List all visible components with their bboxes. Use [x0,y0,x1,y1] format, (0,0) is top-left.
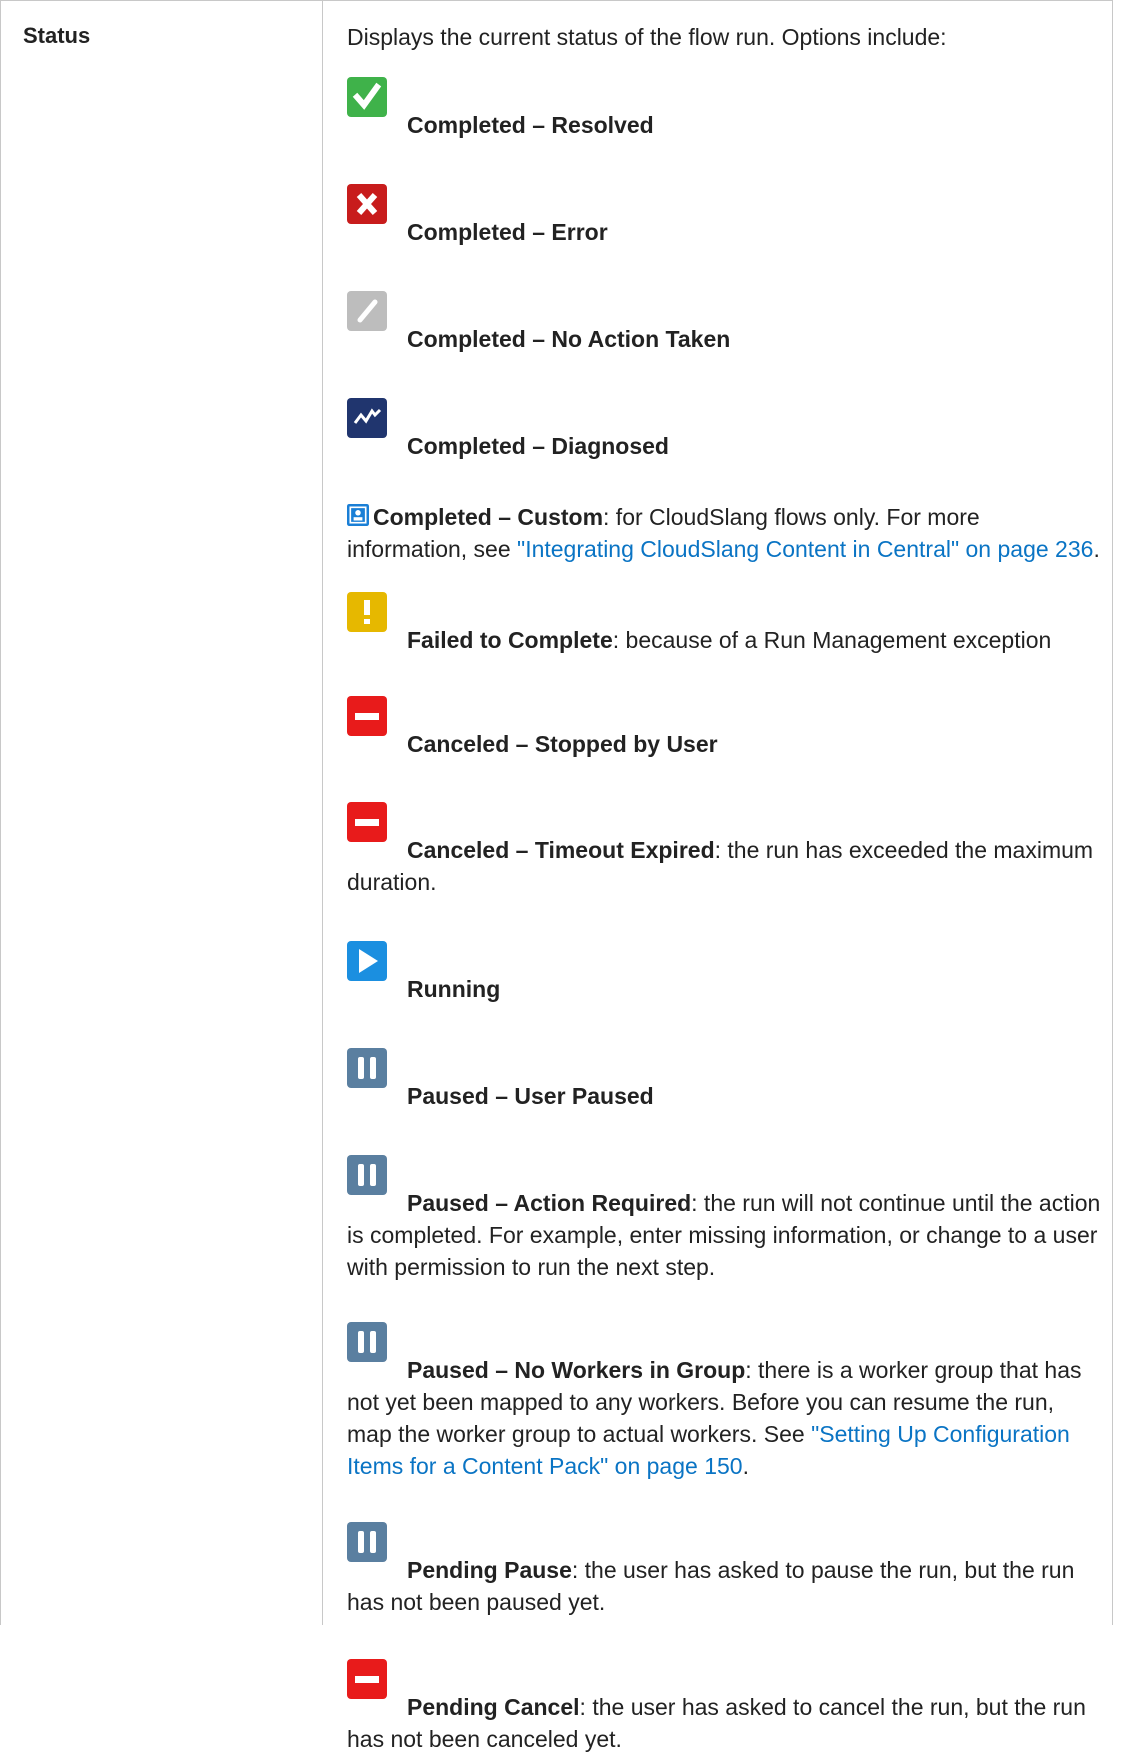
minus-icon [347,696,387,736]
status-label: Completed – Custom [373,504,604,530]
status-label: Completed – No Action Taken [407,326,731,352]
cross-reference-link[interactable]: "Integrating CloudSlang Content in Centr… [517,536,1093,562]
status-entry: Completed – No Action Taken [347,291,1102,355]
pause-icon [347,1048,387,1088]
status-entry-text: Paused – No Workers in Group: there is a… [347,1354,1102,1482]
trailing-punctuation: . [1093,536,1100,562]
pause-icon [347,1522,387,1562]
status-entry: Canceled – Stopped by User [347,696,1102,760]
table-border-top [0,0,1113,1]
status-entry-text: Paused – User Paused [347,1080,1102,1112]
status-list: Completed – Resolved Completed – Error Com… [347,77,1102,1755]
status-label: Failed to Complete [407,627,613,653]
slash-icon [347,291,387,331]
status-label: Paused – Action Required [407,1190,692,1216]
x-icon [347,184,387,224]
status-entry: Running [347,941,1102,1005]
table-border-right [1112,0,1113,1625]
status-label: Completed – Diagnosed [407,433,669,459]
status-entry: Pending Cancel: the user has asked to ca… [347,1659,1102,1755]
status-entry: Paused – Action Required: the run will n… [347,1155,1102,1283]
minus-icon [347,802,387,842]
status-entry-text: Failed to Complete: because of a Run Man… [347,624,1102,656]
status-label: Canceled – Stopped by User [407,731,718,757]
status-label: Pending Cancel [407,1694,580,1720]
user-badge-icon [347,504,369,526]
status-label: Paused – User Paused [407,1083,654,1109]
trend-icon [347,398,387,438]
status-entry-text: Paused – Action Required: the run will n… [347,1187,1102,1283]
table-column-divider [322,0,323,1625]
status-entry: Failed to Complete: because of a Run Man… [347,592,1102,656]
status-entry: Completed – Error [347,184,1102,248]
status-label: Completed – Error [407,219,608,245]
table-border-left [0,0,1,1625]
status-entry: Pending Pause: the user has asked to pau… [347,1522,1102,1618]
check-icon [347,77,387,117]
description-cell: Displays the current status of the flow … [347,21,1102,1755]
status-entry: Canceled – Timeout Expired: the run has … [347,802,1102,898]
pause-icon [347,1322,387,1362]
status-entry-text: Completed – Error [347,216,1102,248]
status-entry-text: Pending Pause: the user has asked to pau… [347,1554,1102,1618]
status-entry-text: Completed – No Action Taken [347,323,1102,355]
status-label: Completed – Resolved [407,112,654,138]
status-entry: Completed – Custom: for CloudSlang flows… [347,501,1102,565]
trailing-punctuation: . [742,1453,749,1479]
status-entry-text: Completed – Custom: for CloudSlang flows… [347,501,1102,565]
status-label: Paused – No Workers in Group [407,1357,746,1383]
status-entry-text: Completed – Diagnosed [347,430,1102,462]
status-entry: Paused – No Workers in Group: there is a… [347,1322,1102,1482]
status-entry-text: Running [347,973,1102,1005]
status-entry: Completed – Resolved [347,77,1102,141]
status-description: because of a Run Management exception [619,627,1052,653]
status-label: Pending Pause [407,1557,572,1583]
term-cell: Status [23,23,91,48]
status-label: Running [407,976,501,1002]
exclamation-icon [347,592,387,632]
minus-icon [347,1659,387,1699]
status-entry-text: Canceled – Timeout Expired: the run has … [347,834,1102,898]
intro-text: Displays the current status of the flow … [347,24,947,50]
play-icon [347,941,387,981]
status-entry-text: Canceled – Stopped by User [347,728,1102,760]
status-table: Status Displays the current status of th… [0,0,1125,1752]
status-label: Canceled – Timeout Expired [407,837,715,863]
status-entry: Paused – User Paused [347,1048,1102,1112]
status-entry: Completed – Diagnosed [347,398,1102,462]
status-entry-text: Pending Cancel: the user has asked to ca… [347,1691,1102,1755]
pause-icon [347,1155,387,1195]
status-entry-text: Completed – Resolved [347,109,1102,141]
